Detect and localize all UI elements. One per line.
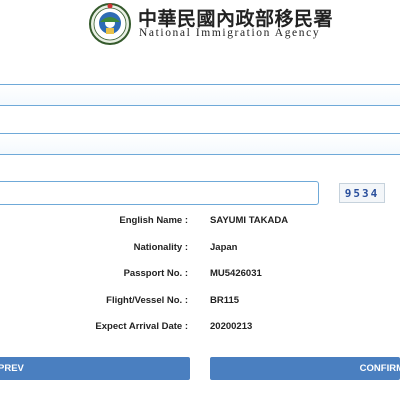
captcha-image: 9534: [339, 183, 385, 203]
detail-value: 20200213: [210, 321, 253, 332]
detail-label: Passport No. :: [123, 268, 188, 279]
page: 中華民國內政部移民署 National Immigration Agency 9…: [0, 0, 400, 400]
detail-row-passport: Passport No. : MU5426031: [0, 268, 400, 282]
detail-row-english-name: English Name : SAYUMI TAKADA: [0, 215, 400, 229]
prev-button[interactable]: PREV: [0, 357, 190, 380]
agency-emblem-icon: [86, 2, 134, 46]
confirm-button[interactable]: CONFIRM: [210, 357, 400, 380]
detail-value: MU5426031: [210, 268, 262, 279]
detail-label: Nationality :: [133, 242, 188, 253]
detail-row-flight: Flight/Vessel No. : BR115: [0, 295, 400, 309]
agency-title-en: National Immigration Agency: [139, 27, 321, 39]
input-field-2[interactable]: [0, 133, 400, 155]
captcha-code: 9534: [344, 186, 380, 200]
detail-row-arrival-date: Expect Arrival Date : 20200213: [0, 321, 400, 335]
detail-value: BR115: [210, 295, 240, 306]
confirm-button-label: CONFIRM: [359, 363, 400, 374]
input-field-1[interactable]: [0, 84, 400, 106]
detail-label: Flight/Vessel No. :: [106, 295, 188, 306]
detail-label: English Name :: [119, 215, 188, 226]
detail-label: Expect Arrival Date :: [95, 321, 188, 332]
detail-row-nationality: Nationality : Japan: [0, 242, 400, 256]
captcha-input[interactable]: [0, 181, 319, 205]
prev-button-label: PREV: [0, 363, 24, 374]
detail-value: SAYUMI TAKADA: [210, 215, 289, 226]
detail-value: Japan: [210, 242, 238, 253]
